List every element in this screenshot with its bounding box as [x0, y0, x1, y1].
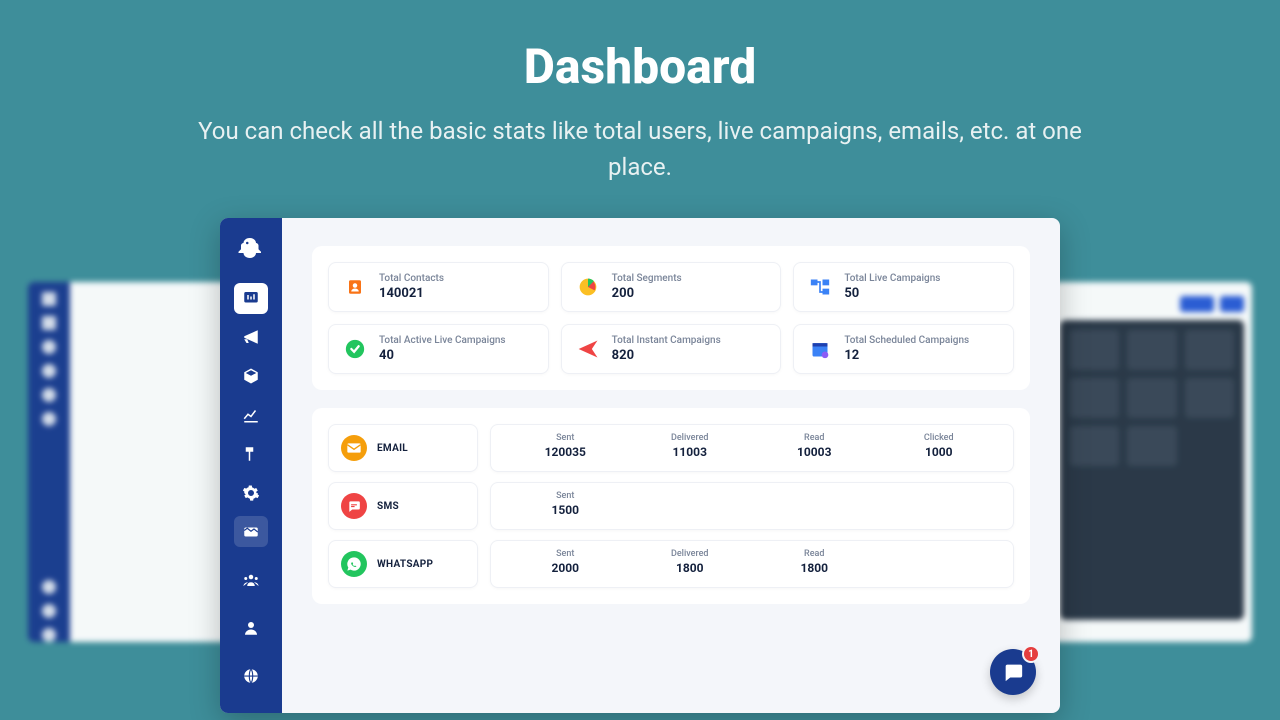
channel-row-whatsapp: WHATSAPP Sent 2000 Delivered 1800 Read 1… — [328, 540, 1014, 588]
contacts-icon — [341, 273, 369, 301]
pie-icon — [574, 273, 602, 301]
stat-value: 50 — [844, 286, 940, 301]
metric-value: 1800 — [628, 561, 753, 575]
stat-label: Total Scheduled Campaigns — [844, 335, 969, 346]
hero-subtitle: You can check all the basic stats like t… — [190, 113, 1090, 185]
channel-name: WHATSAPP — [377, 559, 433, 570]
nav-campaigns[interactable] — [234, 322, 268, 353]
chat-button[interactable]: 1 — [990, 649, 1036, 695]
nav-design[interactable] — [234, 438, 268, 469]
channel-label: WHATSAPP — [328, 540, 478, 588]
stat-card-4: Total Instant Campaigns 820 — [561, 324, 782, 374]
metric: Read 10003 — [752, 433, 877, 463]
metric-value: 1800 — [752, 561, 877, 575]
metric-value: 1500 — [503, 503, 628, 517]
nav-settings[interactable] — [234, 477, 268, 508]
channel-row-sms: SMS Sent 1500 — [328, 482, 1014, 530]
sms-icon — [341, 493, 367, 519]
metric-value: 120035 — [503, 445, 628, 459]
stat-label: Total Live Campaigns — [844, 273, 940, 284]
hero-title: Dashboard — [40, 38, 1240, 95]
metric-label: Read — [752, 549, 877, 559]
stat-card-3: Total Active Live Campaigns 40 — [328, 324, 549, 374]
metric-value: 10003 — [752, 445, 877, 459]
metric-value: 1000 — [877, 445, 1002, 459]
metric-value: 2000 — [503, 561, 628, 575]
stat-value: 12 — [844, 348, 969, 363]
main-content: Total Contacts 140021 Total Segments 200… — [282, 218, 1060, 713]
channel-metrics: Sent 2000 Delivered 1800 Read 1800 — [490, 540, 1014, 588]
channel-metrics: Sent 1500 — [490, 482, 1014, 530]
metric: Read 1800 — [752, 549, 877, 579]
stat-card-1: Total Segments 200 — [561, 262, 782, 312]
chat-badge: 1 — [1022, 645, 1040, 663]
stat-label: Total Instant Campaigns — [612, 335, 721, 346]
hero: Dashboard You can check all the basic st… — [0, 0, 1280, 213]
background-preview-right — [1052, 282, 1252, 642]
metric-value: 11003 — [628, 445, 753, 459]
channel-name: EMAIL — [377, 443, 408, 454]
stat-value: 200 — [612, 286, 682, 301]
metric-label: Sent — [503, 433, 628, 443]
calendar-icon — [806, 335, 834, 363]
metric: Sent 2000 — [503, 549, 628, 579]
flow-icon — [806, 273, 834, 301]
channel-metrics: Sent 120035 Delivered 11003 Read 10003 C… — [490, 424, 1014, 472]
nav-media[interactable] — [234, 516, 268, 547]
app-window: Total Contacts 140021 Total Segments 200… — [220, 218, 1060, 713]
metric: Delivered 1800 — [628, 549, 753, 579]
nav-profile[interactable] — [234, 611, 268, 645]
logo-icon — [233, 232, 269, 265]
sidebar — [220, 218, 282, 713]
stat-card-5: Total Scheduled Campaigns 12 — [793, 324, 1014, 374]
channel-row-email: EMAIL Sent 120035 Delivered 11003 Read 1… — [328, 424, 1014, 472]
stat-card-0: Total Contacts 140021 — [328, 262, 549, 312]
nav-team[interactable] — [234, 563, 268, 597]
metric: Delivered 11003 — [628, 433, 753, 463]
metric: Sent 1500 — [503, 491, 628, 521]
background-preview-left — [28, 282, 228, 642]
metric-label: Read — [752, 433, 877, 443]
nav-packages[interactable] — [234, 361, 268, 392]
stat-label: Total Segments — [612, 273, 682, 284]
channels-section: EMAIL Sent 120035 Delivered 11003 Read 1… — [312, 408, 1030, 604]
nav-dashboard[interactable] — [234, 283, 268, 314]
channel-label: SMS — [328, 482, 478, 530]
metric-label: Sent — [503, 549, 628, 559]
stat-value: 140021 — [379, 286, 444, 301]
channel-label: EMAIL — [328, 424, 478, 472]
stats-section: Total Contacts 140021 Total Segments 200… — [312, 246, 1030, 390]
stat-value: 820 — [612, 348, 721, 363]
send-icon — [574, 335, 602, 363]
stat-value: 40 — [379, 348, 506, 363]
channel-name: SMS — [377, 501, 399, 512]
check-icon — [341, 335, 369, 363]
nav-globe[interactable] — [234, 659, 268, 693]
stat-label: Total Active Live Campaigns — [379, 335, 506, 346]
metric-label: Clicked — [877, 433, 1002, 443]
metric-label: Delivered — [628, 549, 753, 559]
metric: Sent 120035 — [503, 433, 628, 463]
stat-label: Total Contacts — [379, 273, 444, 284]
metric-label: Delivered — [628, 433, 753, 443]
metric: Clicked 1000 — [877, 433, 1002, 463]
nav-analytics[interactable] — [234, 399, 268, 430]
metric-label: Sent — [503, 491, 628, 501]
whatsapp-icon — [341, 551, 367, 577]
stat-card-2: Total Live Campaigns 50 — [793, 262, 1014, 312]
email-icon — [341, 435, 367, 461]
